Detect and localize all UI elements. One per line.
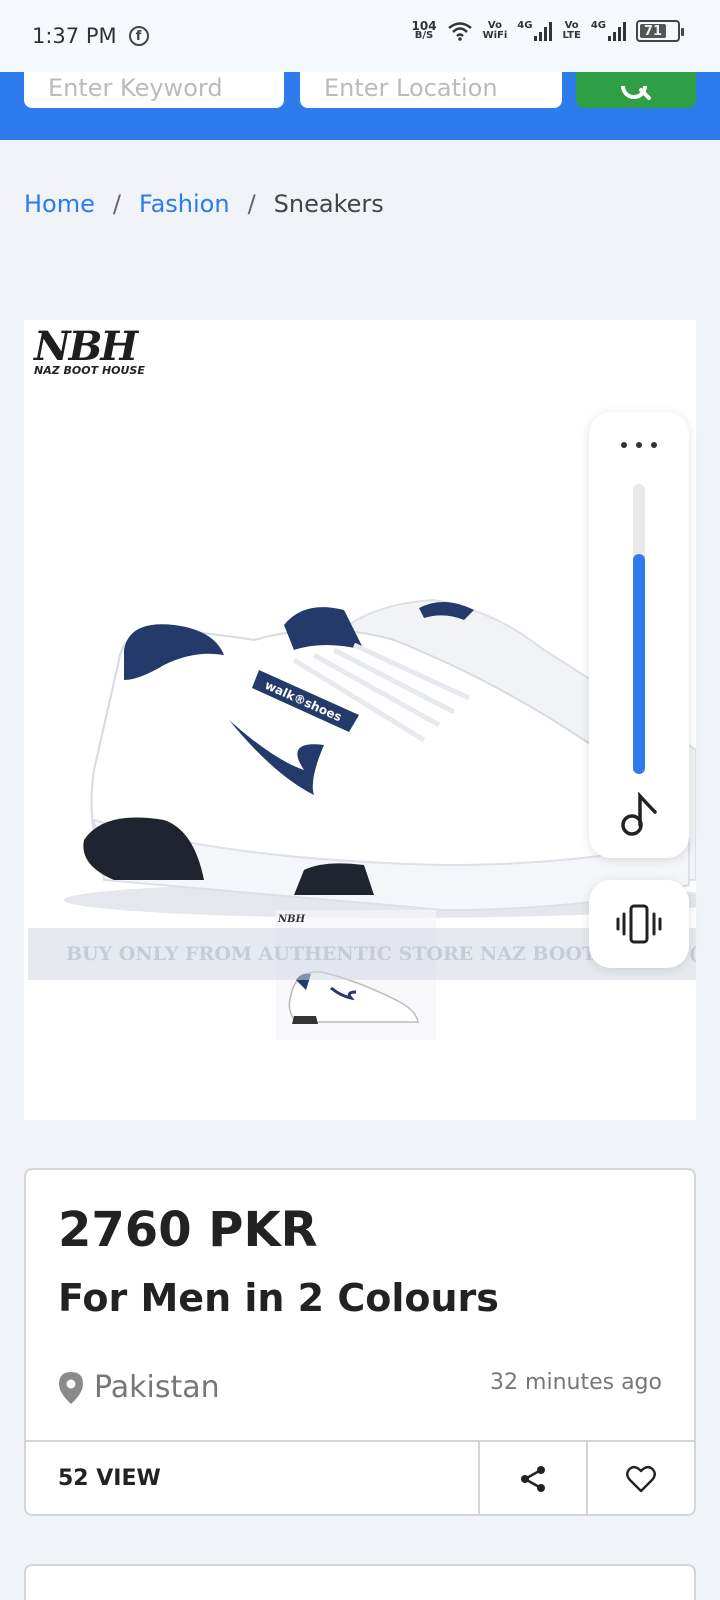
breadcrumb: Home / Fashion / Sneakers: [24, 190, 384, 218]
breadcrumb-category[interactable]: Fashion: [139, 190, 230, 218]
breadcrumb-home[interactable]: Home: [24, 190, 95, 218]
location-input[interactable]: Enter Location: [300, 72, 562, 108]
share-button[interactable]: [478, 1442, 586, 1516]
listing-actions: 52 VIEW: [26, 1440, 694, 1516]
volume-panel[interactable]: [589, 412, 689, 858]
view-count: 52 VIEW: [58, 1466, 161, 1491]
listing-location: Pakistan: [58, 1370, 220, 1405]
volume-slider[interactable]: [633, 484, 645, 774]
keyword-input[interactable]: Enter Keyword: [24, 72, 284, 108]
location-pin-icon: [59, 1371, 83, 1404]
listing-posted-time: 32 minutes ago: [490, 1370, 662, 1395]
vowifi-label: Vo WiFi: [482, 20, 508, 41]
signal-bars-icon: [608, 21, 626, 41]
listing-card: 2760 PKR For Men in 2 Colours Pakistan 3…: [24, 1168, 696, 1516]
status-bar: 1:37 PM f 104 B/S Vo WiFi 4G Vo LTE 4G 7…: [0, 0, 720, 72]
share-icon: [521, 1466, 545, 1492]
breadcrumb-separator: /: [247, 190, 256, 218]
wifi-icon: [447, 22, 472, 41]
more-options-icon[interactable]: [589, 442, 689, 448]
breadcrumb-separator: /: [112, 190, 121, 218]
status-indicators: 104 B/S Vo WiFi 4G Vo LTE 4G 71: [411, 19, 684, 42]
volume-slider-fill: [633, 553, 645, 774]
facebook-notification-icon: f: [128, 26, 149, 46]
battery-icon: 71: [636, 20, 684, 42]
search-bar: Enter Keyword Enter Location: [0, 72, 720, 140]
signal-bars-icon: [534, 21, 553, 41]
status-time: 1:37 PM: [32, 24, 117, 48]
favorite-button[interactable]: [586, 1442, 694, 1516]
vibrate-icon: [616, 904, 662, 944]
search-button[interactable]: [576, 72, 696, 108]
search-icon: [621, 86, 651, 100]
thumbnail-logo: NBH: [277, 914, 306, 925]
sim2-signal: 4G: [591, 21, 626, 41]
listing-title: For Men in 2 Colours: [58, 1276, 499, 1320]
vibrate-mode-button[interactable]: [589, 880, 689, 968]
next-card: [24, 1564, 696, 1600]
listing-price: 2760 PKR: [58, 1202, 318, 1258]
music-note-icon: [621, 792, 657, 836]
breadcrumb-current: Sneakers: [273, 190, 384, 218]
volte-label: Vo LTE: [562, 20, 581, 41]
battery-level: 71: [640, 24, 666, 39]
network-speed: 104 B/S: [411, 19, 437, 41]
sim1-signal: 4G: [517, 21, 553, 41]
heart-icon: [626, 1465, 656, 1493]
